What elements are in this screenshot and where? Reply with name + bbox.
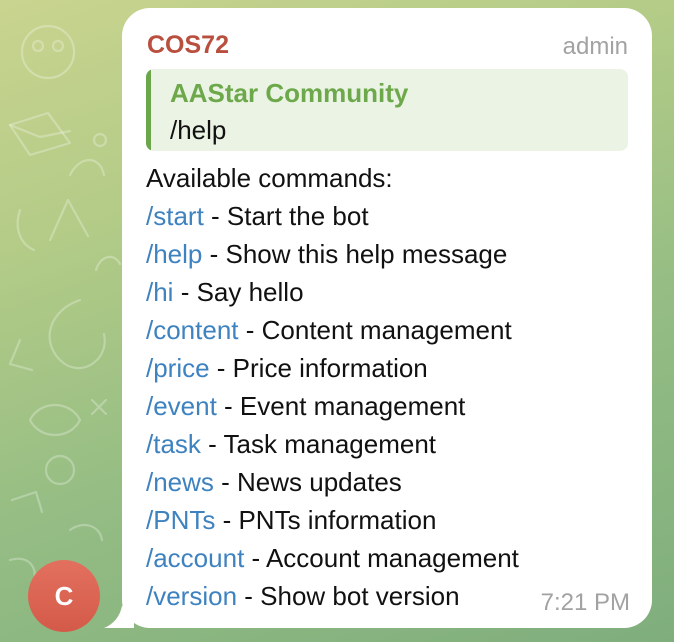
- command-line: /task - Task management: [146, 425, 616, 463]
- message-timestamp: 7:21 PM: [540, 589, 630, 616]
- sender-role-badge: admin: [562, 33, 628, 60]
- message-bubble: COS72 admin AAStar Community /help Avail…: [122, 8, 652, 628]
- command-line: /event - Event management: [146, 387, 616, 425]
- command-link[interactable]: /account: [146, 543, 244, 573]
- command-description: - PNTs information: [215, 505, 437, 535]
- command-link[interactable]: /version: [146, 581, 237, 611]
- command-link[interactable]: /price: [146, 353, 210, 383]
- reply-quote[interactable]: AAStar Community /help: [146, 69, 628, 151]
- command-line: /hi - Say hello: [146, 273, 616, 311]
- command-description: - Say hello: [173, 277, 304, 307]
- command-line: /content - Content management: [146, 311, 616, 349]
- command-description: - Show this help message: [202, 239, 508, 269]
- command-description: - News updates: [213, 467, 402, 497]
- command-description: - Start the bot: [203, 201, 369, 231]
- command-link[interactable]: /help: [146, 239, 202, 269]
- sender-name[interactable]: COS72: [147, 30, 229, 60]
- reply-text: /help: [170, 115, 227, 145]
- command-link[interactable]: /PNTs: [146, 505, 215, 535]
- command-line: /start - Start the bot: [146, 197, 616, 235]
- command-link[interactable]: /news: [146, 467, 214, 497]
- reply-author: AAStar Community: [170, 78, 409, 108]
- command-link[interactable]: /task: [146, 429, 201, 459]
- sender-avatar[interactable]: C: [28, 560, 100, 632]
- command-link[interactable]: /start: [146, 201, 204, 231]
- avatar-initial: C: [54, 580, 74, 611]
- command-link[interactable]: /event: [146, 391, 217, 421]
- command-description: - Task management: [200, 429, 437, 459]
- command-line: /news - News updates: [146, 463, 616, 501]
- command-description: - Price information: [209, 353, 428, 383]
- command-line: /account - Account management: [146, 539, 616, 577]
- reply-accent-bar: [146, 69, 151, 151]
- command-description: - Account management: [244, 543, 519, 573]
- command-line: /PNTs - PNTs information: [146, 501, 616, 539]
- command-description: - Show bot version: [237, 581, 460, 611]
- command-line: /price - Price information: [146, 349, 616, 387]
- command-link[interactable]: /content: [146, 315, 239, 345]
- message-intro: Available commands:: [146, 163, 393, 193]
- command-description: - Event management: [216, 391, 466, 421]
- command-link[interactable]: /hi: [146, 277, 173, 307]
- command-description: - Content management: [238, 315, 512, 345]
- command-line: /help - Show this help message: [146, 235, 616, 273]
- message-text: Available commands: /start - Start the b…: [146, 159, 616, 615]
